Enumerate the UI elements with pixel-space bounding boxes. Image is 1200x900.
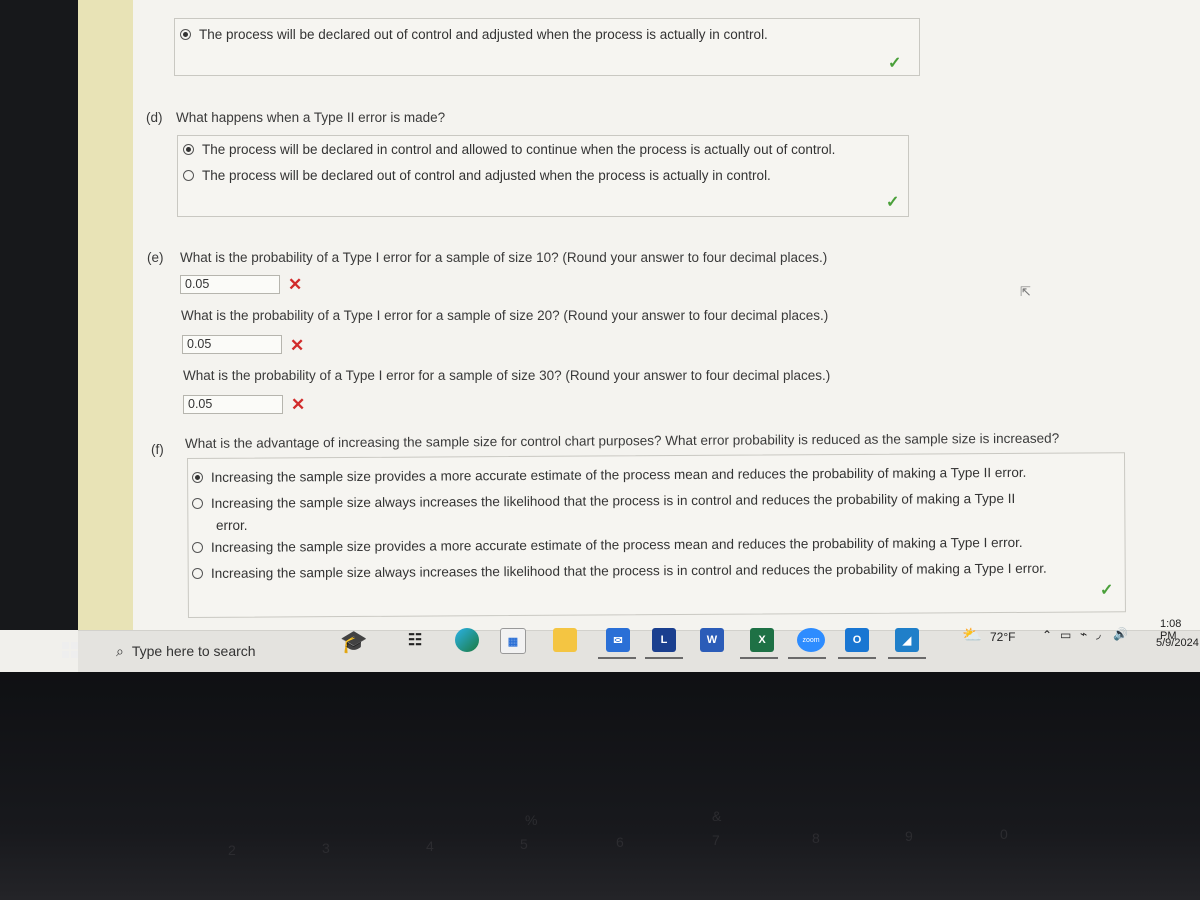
keyboard-key: 4	[426, 838, 434, 854]
question-d-label: (d)	[146, 110, 163, 125]
clock-date[interactable]: 5/9/2024	[1156, 637, 1199, 649]
radio-unselected[interactable]	[191, 541, 204, 553]
lockdown-browser-icon[interactable]: L	[652, 628, 676, 652]
volume-icon[interactable]: 🔊	[1113, 627, 1128, 641]
word-icon[interactable]: W	[700, 628, 724, 652]
task-view-icon[interactable]: ☷	[403, 628, 427, 652]
keyboard-key: 3	[322, 840, 330, 856]
mail-icon[interactable]: ✉	[606, 628, 630, 652]
question-f-label: (f)	[151, 442, 164, 457]
answer-input-size-20[interactable]: 0.05	[182, 335, 282, 354]
file-explorer-icon[interactable]	[553, 628, 577, 652]
question-e-label: (e)	[147, 250, 164, 265]
keyboard-key: 9	[905, 828, 913, 844]
laptop-keyboard-area: 2 3 4 5 6 7 8 9 0 % &	[0, 672, 1200, 900]
weather-icon[interactable]: ⛅	[962, 625, 982, 645]
network-icon[interactable]: ⌁	[1080, 627, 1087, 641]
taskbar-search-box[interactable]: ⌕ Type here to search	[108, 632, 308, 670]
question-d-option-2[interactable]: The process will be declared out of cont…	[183, 168, 771, 183]
radio-selected[interactable]	[191, 471, 204, 483]
edge-browser-icon[interactable]	[455, 628, 479, 652]
active-app-indicator	[838, 657, 876, 659]
search-icon: ⌕	[116, 642, 124, 659]
zoom-icon[interactable]: zoom	[797, 628, 825, 652]
wifi-icon[interactable]: ◞	[1096, 627, 1101, 641]
answer-input-size-30[interactable]: 0.05	[183, 395, 283, 414]
keyboard-key: &	[712, 808, 722, 824]
show-hidden-icons-chevron-icon[interactable]: ⌃	[1042, 628, 1052, 642]
windows-logo-pane	[62, 642, 69, 649]
excel-icon[interactable]: X	[750, 628, 774, 652]
question-e-prompt-1: What is the probability of a Type I erro…	[180, 250, 828, 265]
radio-unselected[interactable]	[183, 170, 194, 181]
windows-logo-pane	[62, 651, 69, 658]
active-app-indicator	[888, 657, 926, 659]
question-e-prompt-2: What is the probability of a Type I erro…	[181, 308, 829, 323]
microsoft-store-icon[interactable]: ▦	[500, 628, 526, 654]
answer-input-size-10[interactable]: 0.05	[180, 275, 280, 294]
keyboard-key: 6	[616, 834, 624, 850]
windows-logo-pane	[71, 651, 78, 658]
screen: The process will be declared out of cont…	[0, 0, 1200, 672]
incorrect-icon: ✕	[290, 336, 305, 355]
question-f-option-2-continued: error.	[216, 518, 248, 533]
radio-selected[interactable]	[180, 29, 191, 40]
active-app-indicator	[645, 657, 683, 659]
radio-selected[interactable]	[183, 144, 194, 155]
question-d-prompt: What happens when a Type II error is mad…	[176, 110, 446, 125]
incorrect-icon: ✕	[288, 275, 303, 294]
left-margin-band	[78, 0, 133, 630]
search-placeholder: Type here to search	[131, 643, 256, 659]
keyboard-key: 5	[520, 836, 528, 852]
incorrect-icon: ✕	[291, 395, 306, 414]
weather-temperature[interactable]: 72°F	[990, 630, 1015, 644]
battery-icon[interactable]: ▭	[1060, 628, 1071, 642]
keyboard-key: 2	[228, 842, 236, 858]
question-e-prompt-3: What is the probability of a Type I erro…	[183, 368, 831, 383]
radio-unselected[interactable]	[191, 567, 204, 579]
keyboard-key: 8	[812, 830, 820, 846]
check-icon: ✓	[888, 55, 902, 72]
active-app-indicator	[740, 657, 778, 659]
question-c-option[interactable]: The process will be declared out of cont…	[180, 27, 768, 42]
graduation-cap-app-icon[interactable]: 🎓	[332, 629, 376, 654]
left-edge	[0, 0, 78, 630]
windows-logo-pane	[71, 642, 78, 649]
check-icon: ✓	[1100, 582, 1114, 599]
keyboard-key: %	[525, 812, 538, 828]
photos-icon[interactable]: ◢	[895, 628, 919, 652]
outlook-new-icon[interactable]: O	[845, 628, 869, 652]
question-d-option-1[interactable]: The process will be declared in control …	[183, 142, 835, 157]
mouse-cursor-icon: ⇱	[1020, 284, 1031, 299]
active-app-indicator	[598, 657, 636, 659]
active-app-indicator	[788, 657, 826, 659]
check-icon: ✓	[886, 194, 900, 211]
radio-unselected[interactable]	[191, 497, 204, 509]
keyboard-key: 7	[712, 832, 720, 848]
windows-start-icon[interactable]	[62, 642, 80, 660]
keyboard-key: 0	[1000, 826, 1008, 842]
